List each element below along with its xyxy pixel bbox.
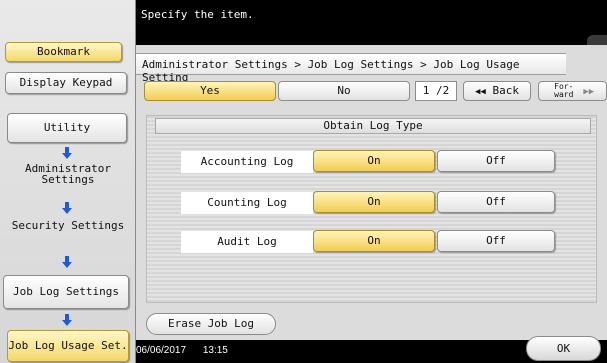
security-settings-label: Security Settings	[11, 219, 125, 232]
forward-label: For- ward	[554, 82, 574, 99]
forward-arrow-icon: ▶▶	[583, 87, 595, 97]
date-time: 06/06/2017 13:15	[136, 345, 228, 356]
time-text: 13:15	[202, 345, 228, 356]
audit-log-label: Audit Log	[181, 231, 313, 253]
yes-no-bar: Yes No 1 /2 ◀◀ Back For- ward ▶▶	[136, 79, 607, 101]
accounting-log-on-label: On	[367, 154, 381, 167]
back-label: Back	[492, 84, 519, 97]
ok-label: OK	[556, 342, 571, 355]
bookmark-label: Bookmark	[37, 45, 90, 58]
audit-log-off-button[interactable]: Off	[437, 230, 555, 252]
job-log-usage-set-button[interactable]: Job Log Usage Set.	[7, 330, 129, 362]
counting-log-off-button[interactable]: Off	[437, 191, 555, 213]
no-tab[interactable]: No	[278, 81, 410, 101]
accounting-log-off-button[interactable]: Off	[437, 150, 555, 172]
down-arrow-icon	[61, 202, 73, 214]
job-log-settings-label: Job Log Settings	[13, 285, 119, 298]
utility-label: Utility	[43, 121, 91, 134]
section-title: Obtain Log Type	[155, 118, 591, 134]
yes-tab[interactable]: Yes	[144, 81, 276, 101]
obtain-log-type-box: Obtain Log Type Accounting Log On Off Co…	[146, 115, 597, 303]
counting-log-on-label: On	[367, 195, 381, 208]
job-log-usage-set-label: Job Log Usage Set.	[8, 339, 128, 352]
ok-button[interactable]: OK	[526, 336, 601, 361]
no-label: No	[337, 84, 351, 97]
back-arrow-icon: ◀◀	[475, 87, 486, 97]
accounting-log-label: Accounting Log	[181, 151, 313, 173]
job-log-settings-button[interactable]: Job Log Settings	[3, 275, 129, 309]
down-arrow-icon	[61, 314, 73, 326]
audit-log-off-label: Off	[486, 234, 506, 247]
message-bar: Specify the item.	[136, 0, 607, 45]
page-indicator: 1 /2	[415, 81, 457, 101]
breadcrumb: Administrator Settings > Job Log Setting…	[136, 53, 566, 84]
back-button[interactable]: ◀◀ Back	[463, 81, 531, 101]
display-keypad-label: Display Keypad	[19, 76, 113, 89]
page-indicator-text: 1 /2	[422, 84, 450, 97]
main-panel: Administrator Settings > Job Log Setting…	[136, 45, 607, 340]
accounting-log-off-label: Off	[486, 154, 506, 167]
display-keypad-button[interactable]: Display Keypad	[5, 72, 127, 94]
counting-log-label: Counting Log	[181, 192, 313, 214]
erase-job-log-label: Erase Job Log	[167, 317, 255, 330]
erase-job-log-button[interactable]: Erase Job Log	[146, 313, 276, 335]
instruction-text: Specify the item.	[141, 8, 254, 21]
yes-label: Yes	[200, 84, 220, 97]
audit-log-on-label: On	[367, 234, 381, 247]
tree-step-administrator-settings[interactable]: Administrator Settings	[6, 163, 130, 187]
down-arrow-icon	[61, 256, 73, 268]
date-text: 06/06/2017	[136, 345, 187, 356]
counting-log-on-button[interactable]: On	[313, 191, 435, 213]
counting-log-off-label: Off	[486, 195, 506, 208]
utility-button[interactable]: Utility	[7, 113, 127, 143]
bookmark-button[interactable]: Bookmark	[5, 42, 122, 62]
tree-step-security-settings[interactable]: Security Settings	[6, 220, 130, 244]
accounting-log-on-button[interactable]: On	[313, 150, 435, 172]
audit-log-on-button[interactable]: On	[313, 230, 435, 252]
forward-button[interactable]: For- ward ▶▶	[538, 81, 607, 101]
left-panel: Bookmark Display Keypad Utility Administ…	[0, 0, 136, 363]
down-arrow-icon	[61, 147, 73, 159]
administrator-settings-label: Administrator Settings	[24, 162, 112, 186]
status-bar: 06/06/2017 13:15 OK	[136, 336, 607, 363]
